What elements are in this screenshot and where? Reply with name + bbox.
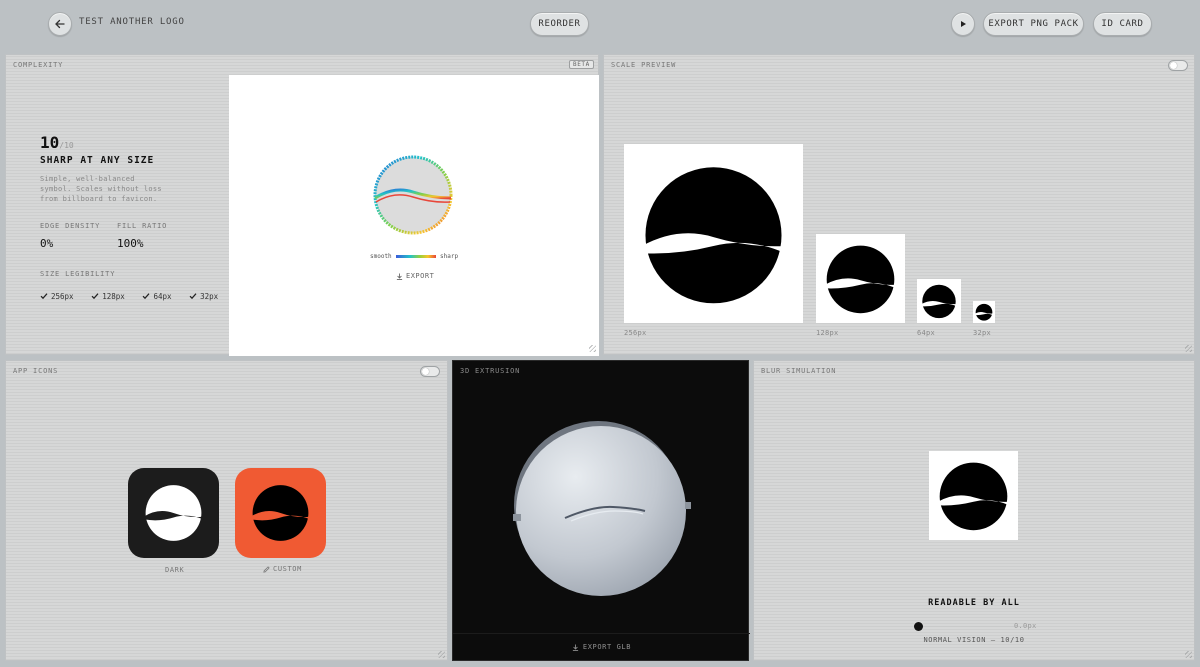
- description-line: from billboard to favicon.: [40, 195, 158, 203]
- blur-preview-image: [929, 451, 1018, 540]
- panel-title: BLUR SIMULATION: [761, 367, 837, 375]
- check-icon: [189, 293, 197, 300]
- legibility-size: 64px: [153, 291, 172, 301]
- app-icon-custom[interactable]: [235, 468, 326, 558]
- scale-label: 256px: [624, 329, 647, 337]
- heatmap-logo-image: [373, 155, 453, 258]
- complexity-headline: SHARP AT ANY SIZE: [40, 155, 155, 166]
- scale-preview-32: [973, 301, 995, 323]
- resize-handle[interactable]: [1185, 345, 1192, 352]
- logo-mark: [975, 303, 993, 321]
- extrusion-panel: 3D EXTRUSION EXPORT GLB: [452, 360, 750, 661]
- scale-label: 32px: [973, 329, 992, 337]
- resize-handle[interactable]: [438, 651, 445, 658]
- extrusion-viewport[interactable]: [453, 361, 750, 635]
- play-button[interactable]: [951, 12, 975, 36]
- score-max: /10: [59, 141, 74, 150]
- download-icon: [572, 643, 579, 651]
- download-icon: [396, 272, 403, 280]
- check-icon: [143, 293, 150, 300]
- app-icons-toggle[interactable]: [420, 366, 440, 377]
- logo-mark: [143, 485, 204, 541]
- check-icon: [40, 293, 48, 300]
- logo-mark: [921, 284, 957, 319]
- arrow-left-icon: [55, 19, 65, 29]
- edge-density-label: EDGE DENSITY: [40, 222, 101, 230]
- scale-preview-64: [917, 279, 961, 323]
- scale-preview-toggle[interactable]: [1168, 60, 1188, 71]
- scale-preview-panel: SCALE PREVIEW 256px 128px 64px 32px: [603, 54, 1195, 355]
- score-value: 10: [40, 133, 60, 152]
- blur-slider-value: 0.0px: [1014, 622, 1037, 630]
- blur-status: NORMAL VISION — 10/10: [923, 636, 1025, 644]
- id-card-button[interactable]: ID CARD: [1093, 12, 1152, 36]
- panel-title: SCALE PREVIEW: [611, 61, 677, 69]
- fill-ratio-value: 100%: [117, 237, 144, 250]
- resize-handle[interactable]: [1185, 651, 1192, 658]
- beta-badge: BETA: [569, 60, 594, 69]
- play-icon: [961, 21, 966, 27]
- legibility-item: 64px: [142, 291, 172, 301]
- app-title: TEST ANOTHER LOGO: [79, 17, 185, 27]
- app-icons-panel: APP ICONS DARK CUSTOM: [5, 360, 448, 661]
- export-glb-button[interactable]: EXPORT GLB: [453, 633, 750, 660]
- legend-sharp-label: sharp: [440, 253, 459, 260]
- size-legibility-list: 256px 128px 64px 32px: [40, 285, 226, 304]
- extruded-logo-3d: [513, 421, 691, 596]
- panel-title: APP ICONS: [13, 367, 59, 375]
- blur-headline: READABLE BY ALL: [928, 598, 1020, 608]
- legibility-size: 32px: [200, 291, 219, 301]
- back-button[interactable]: [48, 12, 72, 36]
- pencil-icon: [263, 565, 270, 573]
- scale-label: 64px: [917, 329, 936, 337]
- blur-slider-track[interactable]: [914, 622, 1029, 631]
- dark-label: DARK: [165, 566, 185, 574]
- export-png-pack-button[interactable]: EXPORT PNG PACK: [983, 12, 1084, 36]
- heatmap-export-button[interactable]: EXPORT: [396, 272, 434, 280]
- legibility-item: 32px: [189, 292, 218, 301]
- logo-mark: [641, 167, 786, 304]
- complexity-score: 10/10: [40, 133, 74, 152]
- complexity-panel: COMPLEXITY BETA 10/10 SHARP AT ANY SIZE …: [5, 54, 599, 356]
- panel-title: COMPLEXITY: [13, 61, 64, 69]
- legibility-size: 256px: [51, 291, 74, 301]
- legibility-item: 256px: [40, 292, 74, 301]
- scale-label: 128px: [816, 329, 839, 337]
- blur-slider-handle[interactable]: [914, 622, 923, 631]
- logo-mark: [250, 485, 311, 541]
- description-line: Simple, well-balanced: [40, 175, 135, 183]
- blur-simulation-panel: BLUR SIMULATION READABLE BY ALL 0.0px NO…: [753, 360, 1195, 661]
- scale-preview-256: [624, 144, 803, 323]
- legibility-size: 128px: [102, 291, 125, 301]
- edge-density-value: 0%: [40, 237, 54, 250]
- complexity-description: Simple, well-balanced symbol. Scales wit…: [40, 174, 162, 204]
- custom-color-button[interactable]: CUSTOM: [263, 565, 302, 573]
- legend-smooth-label: smooth: [370, 253, 392, 260]
- logo-mark: [937, 462, 1010, 531]
- export-label: EXPORT: [406, 272, 435, 280]
- complexity-heatmap-canvas: smooth sharp EXPORT: [229, 75, 599, 356]
- export-glb-label: EXPORT GLB: [582, 643, 632, 651]
- scale-preview-128: [816, 234, 905, 323]
- app-icon-dark[interactable]: [128, 468, 219, 558]
- legibility-item: 128px: [91, 292, 125, 301]
- logo-mark: [824, 245, 897, 314]
- resize-handle[interactable]: [589, 345, 596, 352]
- fill-ratio-label: FILL RATIO: [117, 222, 168, 230]
- custom-label: CUSTOM: [273, 565, 302, 573]
- reorder-button[interactable]: REORDER: [530, 12, 589, 36]
- top-bar: TEST ANOTHER LOGO REORDER EXPORT PNG PAC…: [0, 0, 1200, 50]
- check-icon: [91, 293, 99, 300]
- description-line: symbol. Scales without loss: [40, 185, 162, 193]
- size-legibility-label: SIZE LEGIBILITY: [40, 270, 116, 278]
